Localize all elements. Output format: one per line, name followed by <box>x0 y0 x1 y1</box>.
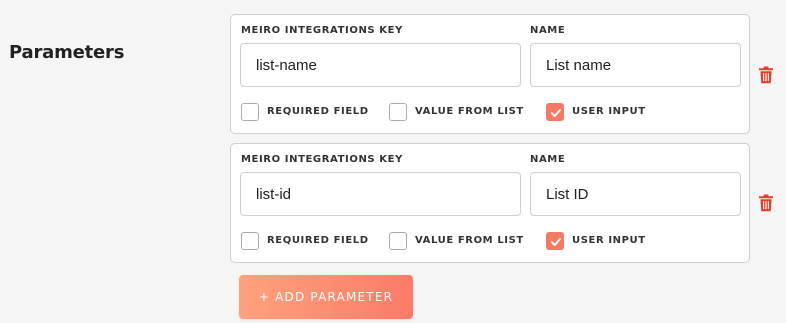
user-input-label: USER INPUT <box>572 106 646 117</box>
user-input-checkbox[interactable] <box>546 232 564 250</box>
name-input[interactable] <box>530 43 741 87</box>
name-input[interactable] <box>530 172 741 216</box>
required-field-checkbox[interactable] <box>241 232 259 250</box>
checkmark-icon <box>551 238 561 246</box>
options-row: REQUIRED FIELD VALUE FROM LIST USER INPU… <box>241 232 741 250</box>
required-field-label: REQUIRED FIELD <box>267 106 369 117</box>
parameter-card: MEIRO INTEGRATIONS KEY NAME REQUIRED FIE… <box>230 14 750 134</box>
value-from-list-checkbox[interactable] <box>389 103 407 121</box>
value-from-list-label: VALUE FROM LIST <box>415 235 524 246</box>
name-label: NAME <box>530 25 566 36</box>
section-title: Parameters <box>9 42 125 63</box>
value-from-list-label: VALUE FROM LIST <box>415 106 524 117</box>
checkmark-icon <box>551 109 561 117</box>
integration-key-label: MEIRO INTEGRATIONS KEY <box>241 154 403 165</box>
integration-key-input[interactable] <box>240 43 521 87</box>
value-from-list-checkbox[interactable] <box>389 232 407 250</box>
parameter-card: MEIRO INTEGRATIONS KEY NAME REQUIRED FIE… <box>230 143 750 263</box>
options-row: REQUIRED FIELD VALUE FROM LIST USER INPU… <box>241 103 741 121</box>
required-field-checkbox[interactable] <box>241 103 259 121</box>
user-input-label: USER INPUT <box>572 235 646 246</box>
add-parameter-button[interactable]: + ADD PARAMETER <box>239 275 413 319</box>
trash-icon[interactable] <box>758 194 774 212</box>
user-input-checkbox[interactable] <box>546 103 564 121</box>
integration-key-label: MEIRO INTEGRATIONS KEY <box>241 25 403 36</box>
integration-key-input[interactable] <box>240 172 521 216</box>
name-label: NAME <box>530 154 566 165</box>
required-field-label: REQUIRED FIELD <box>267 235 369 246</box>
trash-icon[interactable] <box>758 66 774 84</box>
